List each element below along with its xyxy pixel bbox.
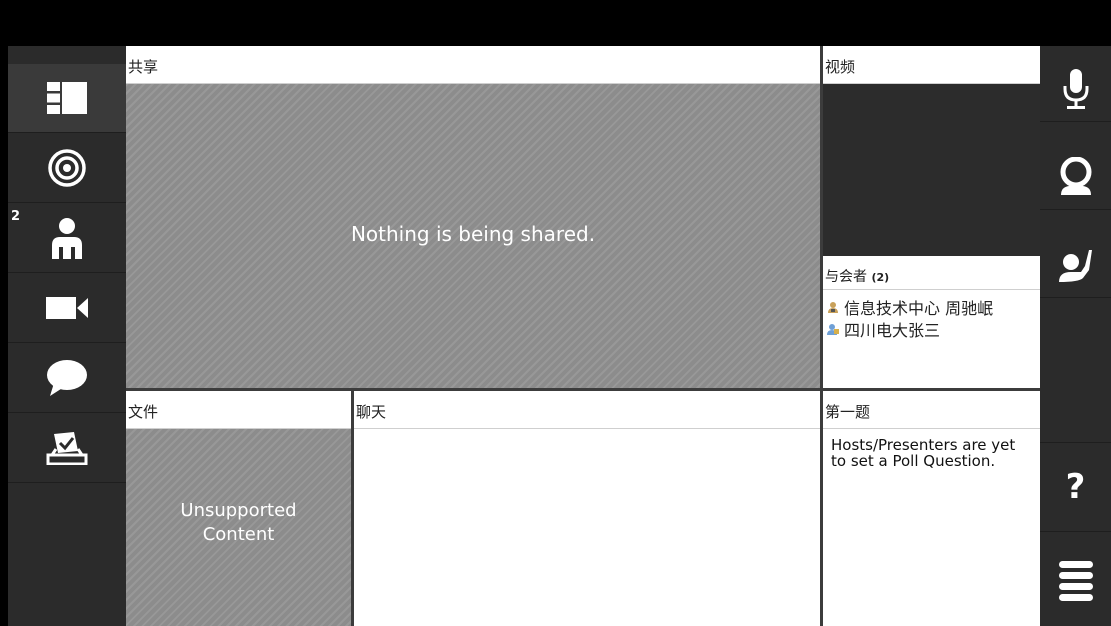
share-area: Nothing is being shared. [126, 84, 820, 388]
layout-icon [47, 82, 87, 114]
sidebar-item-video[interactable] [8, 274, 126, 343]
chat-area[interactable] [354, 429, 820, 626]
video-camera-icon [46, 297, 88, 319]
left-sidebar: 2 [8, 46, 126, 626]
presenter-user-icon [828, 302, 838, 313]
raise-hand-icon [1058, 249, 1092, 282]
share-panel-title: 共享 [126, 46, 820, 84]
sidebar-item-chat[interactable] [8, 344, 126, 413]
sidebar-item-attendees[interactable]: 2 [8, 204, 126, 273]
sidebar-item-poll[interactable] [8, 414, 126, 483]
participant-name: 信息技术中心 周驰岷 [844, 299, 994, 318]
poll-message: Hosts/Presenters are yet to set a Poll Q… [831, 436, 1016, 470]
help-button[interactable]: ? [1040, 442, 1111, 532]
microphone-button[interactable] [1040, 56, 1111, 122]
sidebar-item-target[interactable] [8, 134, 126, 203]
video-panel-title: 视频 [823, 46, 1040, 84]
participants-count: (2) [871, 271, 890, 284]
sidebar-item-layout[interactable] [8, 64, 126, 133]
microphone-icon [1063, 68, 1088, 109]
chat-panel-title: 聊天 [354, 391, 820, 429]
attendees-icon [52, 218, 82, 259]
participants-list: 信息技术中心 周驰岷 四川电大张三 [823, 290, 1040, 340]
webcam-button[interactable] [1040, 144, 1111, 210]
share-panel: 共享 Nothing is being shared. [126, 46, 820, 388]
poll-panel-title: 第一题 [823, 391, 1040, 429]
attendee-count-badge: 2 [11, 209, 21, 224]
attendee-user-icon [827, 324, 839, 335]
files-area: Unsupported Content [126, 429, 351, 626]
right-sidebar: ? [1040, 46, 1111, 626]
nothing-shared-message: Nothing is being shared. [350, 222, 596, 246]
chat-bubble-icon [47, 360, 87, 396]
unsupported-content-message: Unsupported Content [126, 499, 351, 547]
left-edge [0, 46, 8, 626]
menu-button[interactable] [1040, 536, 1111, 626]
video-area [823, 84, 1040, 256]
webcam-icon [1060, 156, 1091, 195]
files-panel-title: 文件 [126, 391, 351, 429]
video-panel: 视频 [823, 46, 1040, 256]
files-panel: 文件 Unsupported Content [126, 391, 351, 626]
poll-panel: 第一题 Hosts/Presenters are yet to set a Po… [823, 391, 1040, 626]
menu-icon [1058, 561, 1093, 601]
participant-name: 四川电大张三 [844, 321, 941, 340]
unsupported-line-2: Content [202, 524, 275, 545]
participant-item[interactable]: 四川电大张三 [823, 318, 1040, 340]
top-bar [0, 0, 1111, 46]
poll-icon [46, 432, 88, 465]
participant-item[interactable]: 信息技术中心 周驰岷 [823, 296, 1040, 318]
target-icon [48, 149, 86, 187]
raise-hand-button[interactable] [1040, 232, 1111, 298]
help-icon: ? [1065, 467, 1086, 507]
participants-panel-title: 与会者 (2) [823, 256, 1040, 290]
chat-panel: 聊天 [354, 391, 820, 626]
unsupported-line-1: Unsupported [180, 500, 297, 521]
participants-title: 与会者 [825, 269, 867, 285]
participants-panel: 与会者 (2) 信息技术中心 周驰岷 四川电大张三 [823, 256, 1040, 388]
